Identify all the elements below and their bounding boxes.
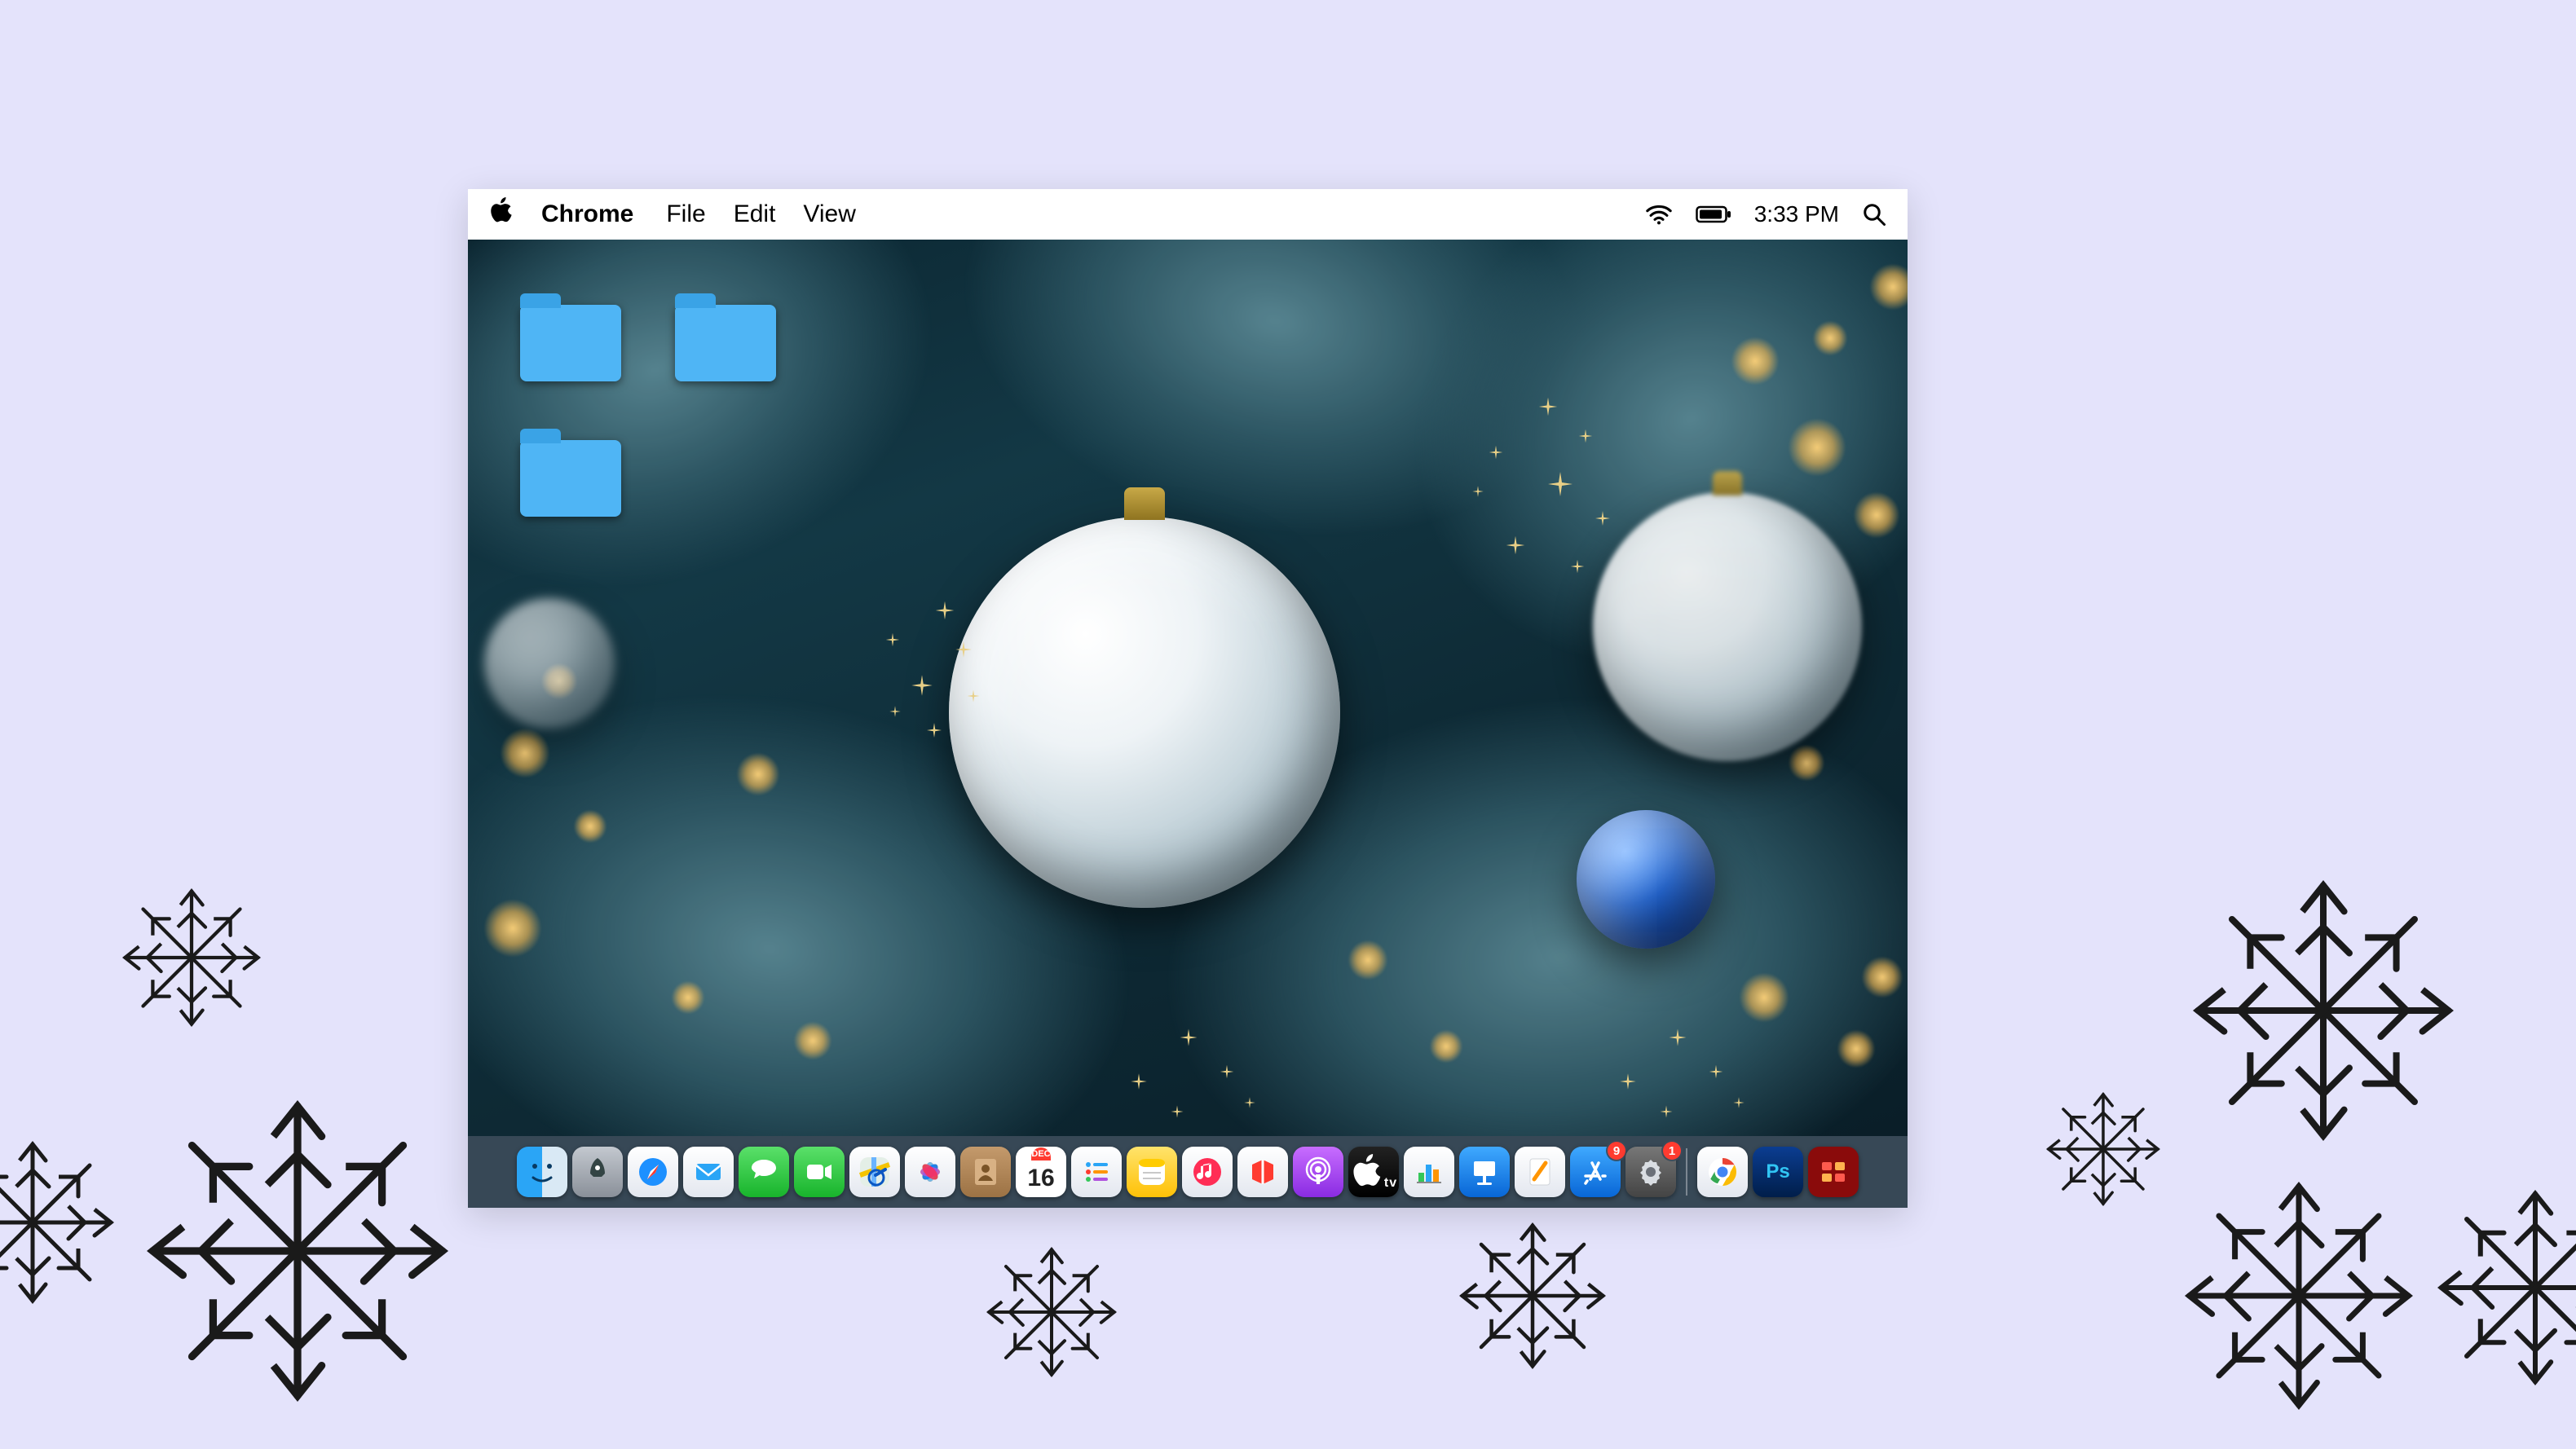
rocket-icon [580,1155,615,1189]
snowflake-icon [2046,1092,2160,1206]
wifi-icon[interactable] [1645,204,1673,225]
mail-icon [691,1155,726,1189]
dock-item-safari[interactable] [628,1147,678,1197]
messages-icon [747,1155,781,1189]
book-icon [968,1155,1003,1189]
news-icon [1246,1155,1280,1189]
desktop-folder[interactable] [520,440,621,517]
settings-badge: 1 [1663,1142,1681,1160]
dock-item-photos[interactable] [905,1147,955,1197]
mac-desktop: Chrome File Edit View 3:33 PM [468,189,1908,1208]
battery-icon[interactable] [1696,205,1731,224]
dock-item-utility[interactable] [1808,1147,1859,1197]
music-icon [1190,1155,1224,1189]
video-icon [802,1155,836,1189]
podium-icon [1467,1155,1502,1189]
dock-item-launchpad[interactable] [572,1147,623,1197]
dock-item-notes[interactable] [1127,1147,1177,1197]
chart-icon [1412,1155,1446,1189]
menu-bar: Chrome File Edit View 3:33 PM [468,189,1908,240]
snowflake-icon [2193,880,2454,1141]
desktop-folder[interactable] [520,305,621,381]
snowflake-icon [147,1100,448,1402]
active-app-name[interactable]: Chrome [541,200,633,228]
dock-item-pages[interactable] [1515,1147,1565,1197]
desktop-folder[interactable] [675,305,776,381]
dock: DEC 16 tv [468,1136,1908,1208]
chrome-icon [1705,1155,1740,1189]
dock-item-music[interactable] [1182,1147,1233,1197]
dock-item-photoshop[interactable]: Ps [1753,1147,1803,1197]
snowflake-icon [122,888,261,1027]
dock-item-maps[interactable] [849,1147,900,1197]
podcast-icon [1301,1155,1335,1189]
menu-file[interactable]: File [666,200,705,228]
menu-bar-clock[interactable]: 3:33 PM [1754,201,1839,227]
snowflake-icon [1459,1222,1606,1369]
tv-icon: tv [1350,1154,1397,1191]
gear-icon [1634,1155,1668,1189]
calendar-day-label: 16 [1027,1161,1054,1196]
dock-divider [1686,1148,1687,1196]
menu-edit[interactable]: Edit [734,200,776,228]
dock-item-podcasts[interactable] [1293,1147,1343,1197]
snowflake-icon [986,1247,1117,1377]
desktop-wallpaper [468,240,1908,1136]
dock-item-finder[interactable] [517,1147,567,1197]
appstore-badge: 9 [1608,1142,1625,1160]
dock-item-facetime[interactable] [794,1147,845,1197]
dock-item-chrome[interactable] [1697,1147,1748,1197]
list-icon [1079,1155,1114,1189]
dock-item-calendar[interactable]: DEC 16 [1016,1147,1066,1197]
spotlight-icon[interactable] [1862,202,1886,227]
snowflake-icon [2437,1190,2576,1385]
menu-view[interactable]: View [803,200,855,228]
dock-item-tv[interactable]: tv [1348,1147,1399,1197]
wallpaper-ornament [1577,810,1715,949]
dock-item-keynote[interactable] [1459,1147,1510,1197]
wallpaper-ornament [949,517,1340,908]
wallpaper-ornament [1593,492,1862,761]
dock-item-news[interactable] [1237,1147,1288,1197]
dock-item-numbers[interactable] [1404,1147,1454,1197]
pen-icon [1523,1155,1557,1189]
ps-icon: Ps [1766,1161,1789,1183]
dock-item-reminders[interactable] [1071,1147,1122,1197]
flower-icon [913,1155,947,1189]
compass-icon [636,1155,670,1189]
folder-icon [675,305,776,381]
tool-icon [1816,1155,1850,1189]
folder-icon [520,440,621,517]
dock-item-settings[interactable]: 1 [1625,1147,1676,1197]
folder-icon [520,305,621,381]
apple-menu-icon[interactable] [489,197,514,232]
snowflake-icon [0,1141,114,1304]
appstore-icon [1578,1155,1612,1189]
dock-item-mail[interactable] [683,1147,734,1197]
dock-item-messages[interactable] [739,1147,789,1197]
calendar-month-label: DEC [1031,1147,1050,1161]
note-icon [1135,1155,1169,1189]
snowflake-icon [2185,1182,2413,1410]
dock-item-contacts[interactable] [960,1147,1011,1197]
wallpaper-ornament [484,598,615,729]
dock-item-appstore[interactable]: 9 [1570,1147,1621,1197]
map-icon [858,1155,892,1189]
finder-icon [525,1155,559,1189]
